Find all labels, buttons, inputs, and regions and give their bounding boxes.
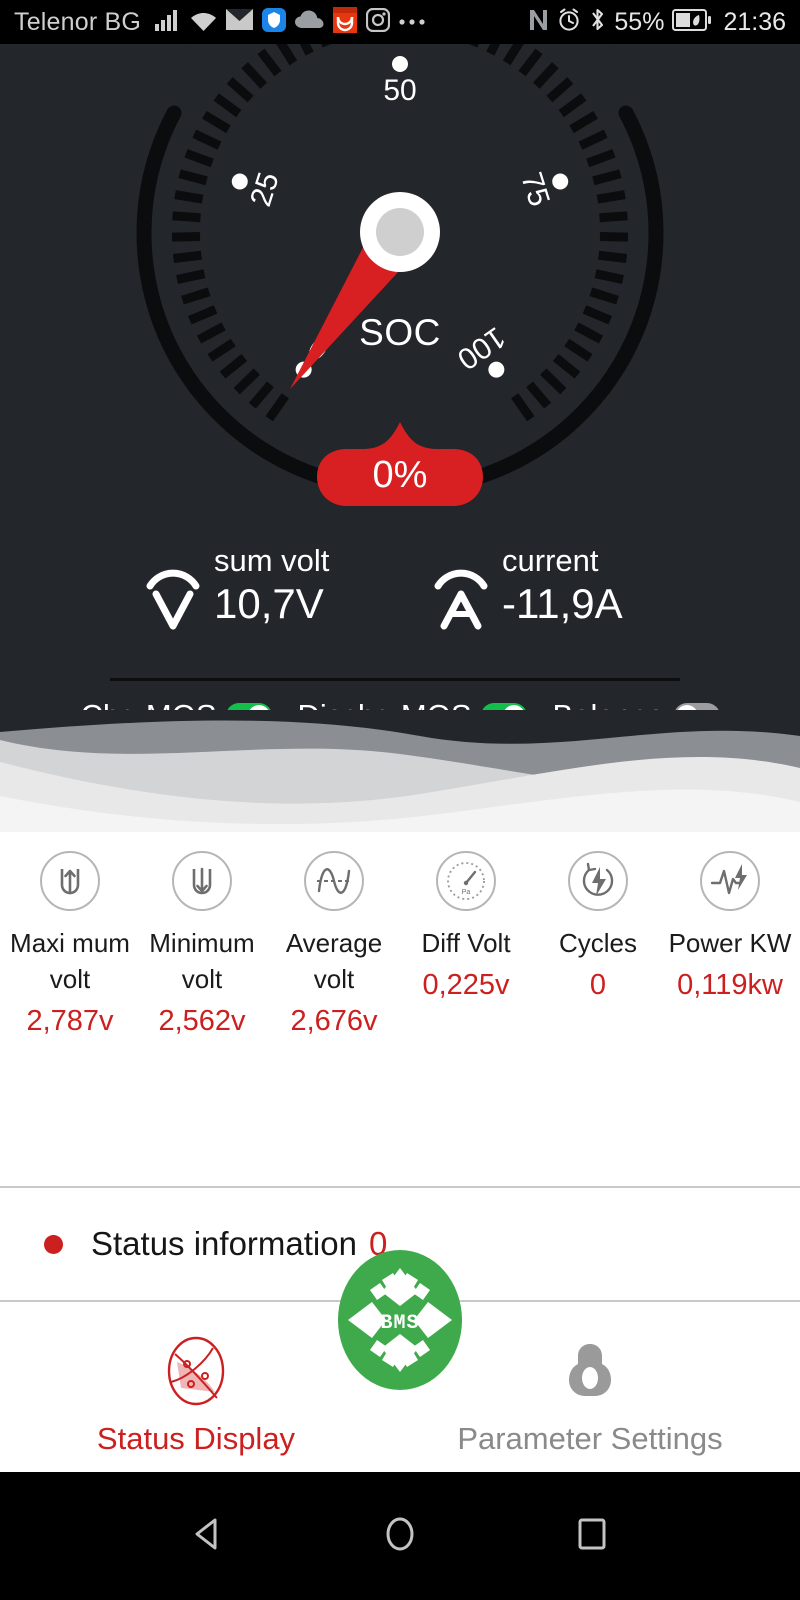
aliexpress-icon [333, 6, 358, 38]
status-information-label: Status information [91, 1225, 357, 1262]
stat-label: Diff Volt [421, 928, 511, 958]
wifi-icon [190, 9, 217, 36]
home-icon[interactable] [379, 1513, 421, 1560]
bluetooth-icon [589, 7, 606, 37]
meters-row: sum volt 10,7V current -11,9A [0, 544, 800, 635]
stat-label: Power KW [668, 928, 792, 958]
dischg-mos-switch[interactable] [480, 703, 527, 710]
stat-value: 0,225v [422, 969, 510, 1001]
envelope-icon [226, 9, 254, 35]
gauge-tick-label: 50 [383, 74, 416, 107]
mos-toggles-row: Chg MOS Dischg MOS Balance [0, 690, 800, 710]
bms-fab-label: BMS [380, 1312, 419, 1335]
alarm-clock-icon [557, 8, 581, 37]
nav-label: Parameter Settings [457, 1421, 723, 1456]
bottom-navigation-bar: Status Display BMS Parameter Settings [0, 1250, 800, 1472]
panel-divider [110, 678, 680, 681]
gauge-center-label: SOC [359, 312, 441, 353]
nav-label: Status Display [96, 1421, 296, 1456]
pressure-gauge-icon: Pa [435, 850, 497, 917]
svg-text:Pa: Pa [462, 889, 471, 896]
stat-minimum-volt: Minimum volt 2,562v [136, 850, 268, 1180]
back-icon[interactable] [187, 1513, 229, 1560]
stat-label: Maxi mum volt [10, 928, 130, 994]
toggle-label: Chg MOS [80, 698, 216, 710]
stat-value: 2,562v [158, 1005, 246, 1037]
wave-decoration [0, 710, 800, 832]
toggle-balance[interactable]: Balance [553, 698, 720, 710]
ammeter-icon [430, 556, 492, 635]
signal-bars-icon [155, 9, 181, 36]
android-navigation-bar [0, 1472, 800, 1600]
stat-value: 2,787v [26, 1005, 114, 1037]
bms-fab-button[interactable]: BMS [330, 1250, 470, 1390]
recents-icon[interactable] [571, 1513, 613, 1560]
battery-percent-label: 55% [614, 7, 665, 36]
battery-saver-icon [672, 8, 712, 36]
instagram-icon [365, 7, 391, 37]
voltage-down-icon [171, 850, 233, 917]
stats-row: Maxi mum volt 2,787v Minimum volt 2,562v… [0, 832, 800, 1180]
chg-mos-switch[interactable] [225, 703, 272, 710]
overflow-dots-icon [399, 13, 425, 31]
toggle-chg-mos[interactable]: Chg MOS [80, 698, 272, 710]
carrier-label: Telenor BG [14, 7, 142, 36]
stat-average-volt: Average volt 2,676v [268, 850, 400, 1180]
bolt-circle-icon [567, 850, 629, 917]
waveform-bolt-icon [699, 850, 761, 917]
toggle-label: Dischg MOS [298, 698, 472, 710]
toggle-dischg-mos[interactable]: Dischg MOS [298, 698, 527, 710]
status-display-icon [157, 1332, 235, 1415]
stat-diff-volt: Pa Diff Volt 0,225v [400, 850, 532, 1180]
settings-gear-icon [551, 1332, 629, 1415]
meter-label: current [502, 543, 599, 578]
shield-icon [262, 7, 287, 37]
status-dot-icon [44, 1234, 63, 1254]
nav-item-status-display[interactable]: Status Display [56, 1332, 336, 1457]
gauge-panel: 0255075100 SOC 0% sum volt 10,7V [0, 44, 800, 710]
cloud-icon [295, 10, 324, 34]
meter-current: current -11,9A [400, 544, 700, 635]
nfc-icon [528, 8, 549, 37]
stat-power-kw: Power KW 0,119kw [664, 850, 796, 1180]
stat-value: 2,676v [290, 1005, 378, 1037]
sine-wave-icon [303, 850, 365, 917]
meter-label: sum volt [214, 543, 330, 578]
stat-value: 0,119kw [677, 969, 783, 1001]
meter-value: -11,9A [502, 580, 623, 627]
clock-label: 21:36 [723, 7, 786, 36]
stat-label: Minimum volt [149, 928, 255, 994]
stat-label: Cycles [558, 928, 637, 958]
android-status-bar: Telenor BG 55% 21:36 [0, 0, 800, 44]
stat-cycles: Cycles 0 [532, 850, 664, 1180]
voltage-up-icon [39, 850, 101, 917]
meter-sum-volt: sum volt 10,7V [100, 544, 400, 635]
meter-value: 10,7V [214, 580, 324, 627]
soc-value-text: 0% [372, 454, 428, 496]
stat-label: Average volt [285, 928, 383, 994]
toggle-label: Balance [553, 698, 665, 710]
balance-switch[interactable] [673, 703, 720, 710]
voltmeter-icon [142, 556, 204, 635]
nav-item-parameter-settings[interactable]: Parameter Settings [450, 1332, 730, 1457]
soc-value-badge: 0% [317, 422, 483, 506]
stat-value: 0 [589, 969, 607, 1001]
stat-maximum-volt: Maxi mum volt 2,787v [4, 850, 136, 1180]
